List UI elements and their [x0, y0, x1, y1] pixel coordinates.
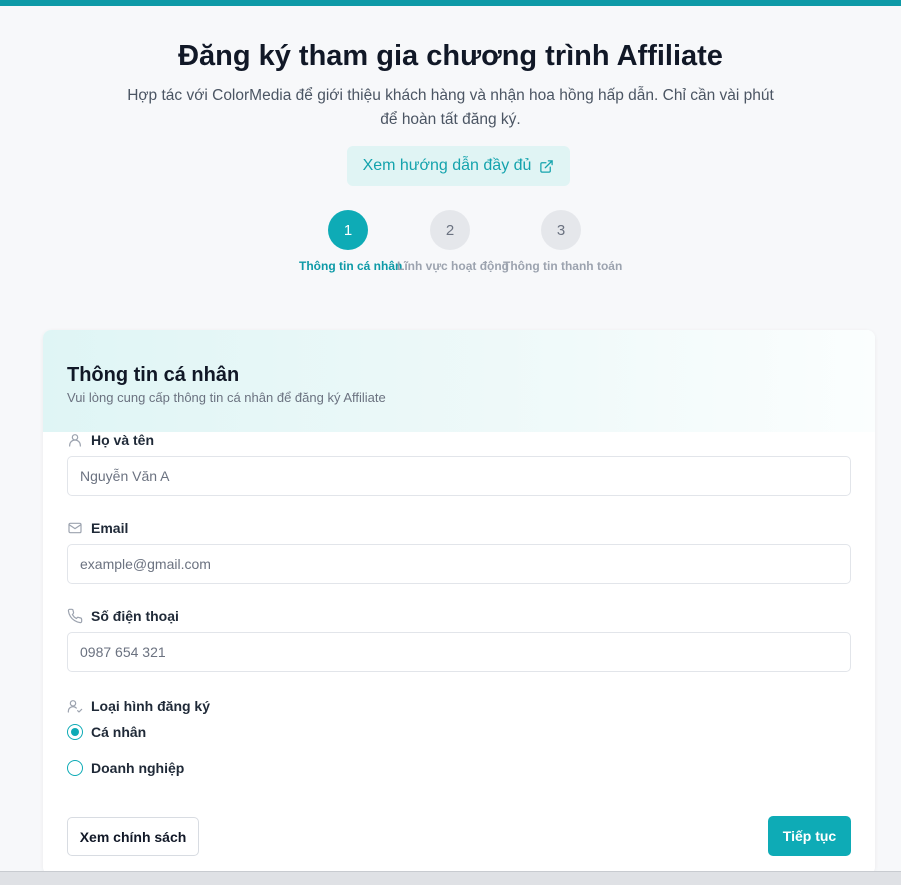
view-policy-button[interactable]: Xem chính sách — [67, 817, 199, 856]
radio-individual-control[interactable] — [67, 724, 83, 740]
phone-icon — [67, 608, 83, 624]
step-1-label: Thông tin cá nhân — [299, 259, 403, 273]
view-guide-label: Xem hướng dẫn đầy đủ — [362, 157, 532, 174]
radio-business-control[interactable] — [67, 760, 83, 776]
top-accent-bar — [0, 0, 901, 6]
mail-icon — [68, 522, 82, 534]
step-1-indicator[interactable]: 1 — [328, 210, 368, 250]
user-check-icon — [67, 700, 83, 713]
card-subtitle: Vui lòng cung cấp thông tin cá nhân để đ… — [67, 390, 386, 405]
full-name-input[interactable] — [67, 456, 851, 496]
external-link-icon — [540, 159, 554, 173]
page-title: Đăng ký tham gia chương trình Affiliate — [178, 40, 723, 72]
continue-button[interactable]: Tiếp tục — [768, 816, 851, 856]
radio-business[interactable]: Doanh nghiệp — [67, 760, 184, 776]
personal-info-card: Thông tin cá nhân Vui lòng cung cấp thôn… — [43, 330, 875, 875]
view-guide-button[interactable]: Xem hướng dẫn đầy đủ — [347, 146, 570, 186]
phone-input[interactable] — [67, 632, 851, 672]
phone-field-label: Số điện thoại — [67, 608, 179, 624]
step-2-label: Lĩnh vực hoạt động — [397, 259, 510, 273]
user-icon — [69, 434, 81, 447]
page-subtitle: Hợp tác với ColorMedia để giới thiệu khá… — [127, 87, 774, 128]
os-taskbar — [0, 871, 901, 885]
card-title: Thông tin cá nhân — [67, 364, 240, 386]
name-field-label: Họ và tên — [67, 432, 154, 448]
email-field-label: Email — [67, 520, 128, 536]
registration-type-label: Loại hình đăng ký — [67, 698, 210, 714]
step-3-indicator[interactable]: 3 — [541, 210, 581, 250]
email-input[interactable] — [67, 544, 851, 584]
step-2-indicator[interactable]: 2 — [430, 210, 470, 250]
radio-individual[interactable]: Cá nhân — [67, 724, 146, 740]
step-3-label: Thông tin thanh toán — [503, 259, 623, 273]
